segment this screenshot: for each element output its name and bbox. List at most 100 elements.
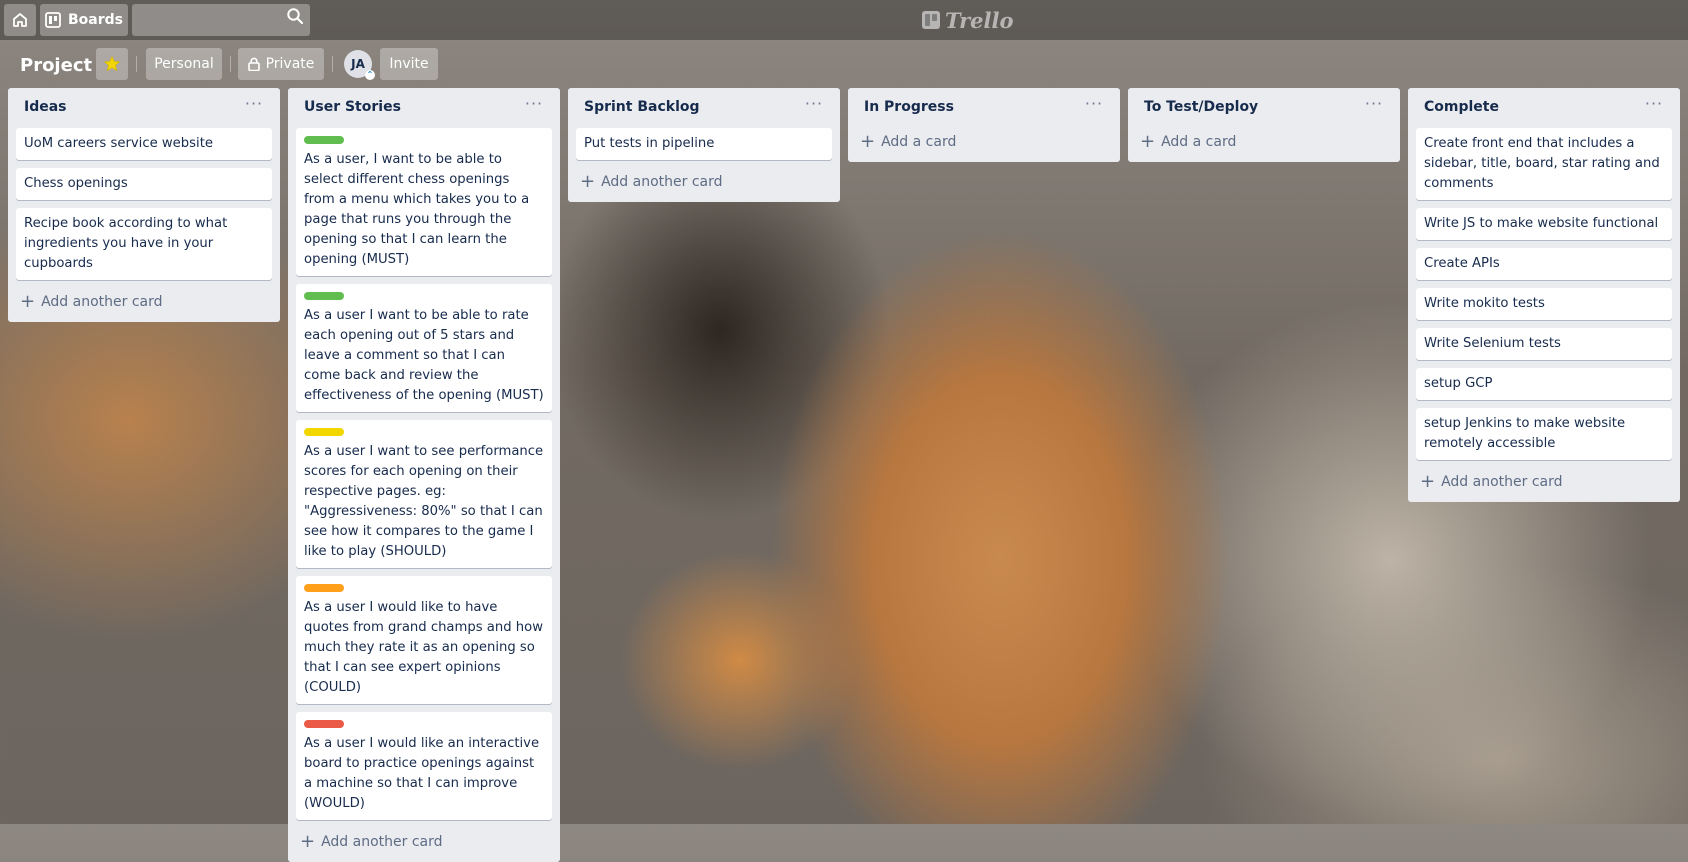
card[interactable]: Recipe book according to what ingredient…	[16, 208, 272, 280]
header-divider	[230, 56, 231, 72]
list-complete: Complete ··· Create front end that inclu…	[1408, 88, 1680, 502]
card-text: UoM careers service website	[24, 136, 213, 151]
card[interactable]: Create front end that includes a sidebar…	[1416, 128, 1672, 200]
card[interactable]: Chess openings	[16, 168, 272, 200]
header-divider	[136, 56, 137, 72]
yellow-label[interactable]	[304, 428, 344, 436]
card-text: setup Jenkins to make website remotely a…	[1424, 416, 1626, 451]
card-text: As a user I would like an interactive bo…	[304, 736, 540, 811]
add-card-label: Add another card	[321, 834, 443, 850]
list-menu-icon[interactable]: ···	[1642, 94, 1666, 118]
list-header: Sprint Backlog ···	[576, 88, 832, 128]
plus-icon: +	[580, 171, 596, 192]
plus-icon: +	[1420, 471, 1436, 492]
list-header: Ideas ···	[16, 88, 272, 128]
add-card-label: Add a card	[881, 134, 957, 150]
card[interactable]: Write JS to make website functional	[1416, 208, 1672, 240]
card-text: Put tests in pipeline	[584, 136, 715, 151]
plus-icon: +	[860, 131, 876, 152]
home-icon	[13, 13, 27, 27]
trello-logo[interactable]: Trello	[922, 7, 1014, 33]
list-menu-icon[interactable]: ···	[802, 94, 826, 118]
card-text: Write Selenium tests	[1424, 336, 1561, 351]
plus-icon: +	[1140, 131, 1156, 152]
add-card-button[interactable]: + Add another card	[16, 288, 272, 316]
team-visibility-button[interactable]: Personal	[146, 48, 222, 80]
card-text: As a user I want to see performance scor…	[304, 444, 544, 559]
add-card-label: Add another card	[41, 294, 163, 310]
member-avatar[interactable]: JA ⌃	[344, 50, 375, 80]
search-input[interactable]	[132, 4, 310, 36]
card-text: As a user I would like to have quotes fr…	[304, 600, 544, 695]
red-label[interactable]	[304, 720, 344, 728]
card-text: Write mokito tests	[1424, 296, 1545, 311]
list-to-test-deploy: To Test/Deploy ··· + Add a card	[1128, 88, 1400, 162]
boards-button[interactable]: Boards	[40, 4, 128, 36]
card-text: As a user, I want to be able to select d…	[304, 152, 530, 267]
card[interactable]: Create APIs	[1416, 248, 1672, 280]
orange-label[interactable]	[304, 584, 344, 592]
trello-logo-text: Trello	[945, 7, 1014, 33]
list-sprint-backlog: Sprint Backlog ··· Put tests in pipeline…	[568, 88, 840, 202]
add-card-button[interactable]: + Add another card	[296, 828, 552, 856]
card[interactable]: Write mokito tests	[1416, 288, 1672, 320]
star-board-button[interactable]	[96, 48, 128, 80]
home-button[interactable]	[4, 4, 36, 36]
list-title[interactable]: User Stories	[304, 99, 401, 115]
add-card-label: Add another card	[1441, 474, 1563, 490]
top-nav-bar: Boards Trello	[0, 0, 1688, 40]
lock-icon	[247, 57, 260, 71]
list-header: In Progress ···	[856, 88, 1112, 128]
avatar-initials: JA	[351, 57, 365, 71]
card[interactable]: As a user I would like an interactive bo…	[296, 712, 552, 820]
board-title[interactable]: Project	[20, 50, 92, 82]
privacy-button[interactable]: Private	[238, 48, 324, 80]
card[interactable]: As a user I want to see performance scor…	[296, 420, 552, 568]
card[interactable]: UoM careers service website	[16, 128, 272, 160]
card[interactable]: As a user I would like to have quotes fr…	[296, 576, 552, 704]
list-header: To Test/Deploy ···	[1136, 88, 1392, 128]
card-text: Write JS to make website functional	[1424, 216, 1659, 231]
invite-button[interactable]: Invite	[380, 48, 438, 80]
list-title[interactable]: In Progress	[864, 99, 954, 115]
card[interactable]: As a user I want to be able to rate each…	[296, 284, 552, 412]
add-card-label: Add a card	[1161, 134, 1237, 150]
card[interactable]: Put tests in pipeline	[576, 128, 832, 160]
card-text: Create front end that includes a sidebar…	[1424, 136, 1660, 191]
add-card-button[interactable]: + Add a card	[1136, 128, 1392, 156]
list-menu-icon[interactable]: ···	[522, 94, 546, 118]
trello-logo-icon	[922, 11, 940, 29]
list-header: User Stories ···	[296, 88, 552, 128]
card-text: setup GCP	[1424, 376, 1493, 391]
list-menu-icon[interactable]: ···	[1362, 94, 1386, 118]
admin-badge-icon: ⌃	[365, 70, 375, 80]
card[interactable]: Write Selenium tests	[1416, 328, 1672, 360]
list-menu-icon[interactable]: ···	[1082, 94, 1106, 118]
list-user-stories: User Stories ··· As a user, I want to be…	[288, 88, 560, 862]
search-icon[interactable]	[286, 7, 304, 25]
add-card-button[interactable]: + Add a card	[856, 128, 1112, 156]
list-title[interactable]: Sprint Backlog	[584, 99, 700, 115]
list-menu-icon[interactable]: ···	[242, 94, 266, 118]
plus-icon: +	[20, 291, 36, 312]
list-ideas: Ideas ··· UoM careers service website Ch…	[8, 88, 280, 322]
card-text: Chess openings	[24, 176, 128, 191]
privacy-label: Private	[265, 56, 315, 72]
boards-label: Boards	[68, 12, 123, 28]
card[interactable]: setup Jenkins to make website remotely a…	[1416, 408, 1672, 460]
list-title[interactable]: Complete	[1424, 99, 1499, 115]
add-card-button[interactable]: + Add another card	[1416, 468, 1672, 496]
plus-icon: +	[300, 831, 316, 852]
star-icon	[103, 55, 121, 72]
green-label[interactable]	[304, 292, 344, 300]
list-title[interactable]: Ideas	[24, 99, 67, 115]
list-title[interactable]: To Test/Deploy	[1144, 99, 1258, 115]
boards-icon	[45, 12, 61, 28]
add-card-button[interactable]: + Add another card	[576, 168, 832, 196]
card-text: As a user I want to be able to rate each…	[304, 308, 544, 403]
green-label[interactable]	[304, 136, 344, 144]
list-header: Complete ···	[1416, 88, 1672, 128]
add-card-label: Add another card	[601, 174, 723, 190]
card[interactable]: setup GCP	[1416, 368, 1672, 400]
card[interactable]: As a user, I want to be able to select d…	[296, 128, 552, 276]
